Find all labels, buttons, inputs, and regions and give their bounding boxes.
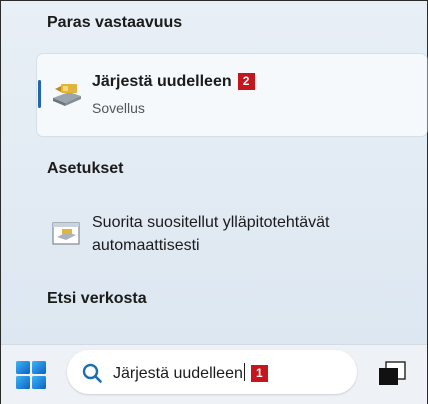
search-icon — [82, 363, 102, 383]
text-caret — [243, 363, 245, 381]
search-input[interactable]: Järjestä uudelleen 1 — [113, 363, 268, 383]
search-web-heading: Etsi verkosta — [47, 290, 147, 307]
maintenance-setting-result[interactable]: Suorita suositellut ylläpitotehtävät aut… — [92, 211, 402, 257]
callout-badge-1: 1 — [250, 365, 268, 382]
windows-start-icon[interactable] — [15, 360, 47, 390]
search-input-text: Järjestä uudelleen — [113, 365, 243, 382]
callout-badge-2: 2 — [237, 73, 255, 90]
task-view-icon[interactable] — [377, 361, 407, 387]
best-match-heading: Paras vastaavuus — [47, 14, 183, 31]
defrag-app-icon — [53, 84, 81, 106]
best-match-title-text: Järjestä uudelleen — [92, 73, 232, 90]
best-match-title: Järjestä uudelleen 2 — [92, 73, 255, 91]
selection-indicator — [38, 80, 41, 108]
best-match-type: Sovellus — [92, 100, 145, 116]
best-match-result[interactable] — [37, 54, 427, 136]
settings-heading: Asetukset — [47, 160, 124, 177]
maintenance-icon — [52, 222, 80, 245]
